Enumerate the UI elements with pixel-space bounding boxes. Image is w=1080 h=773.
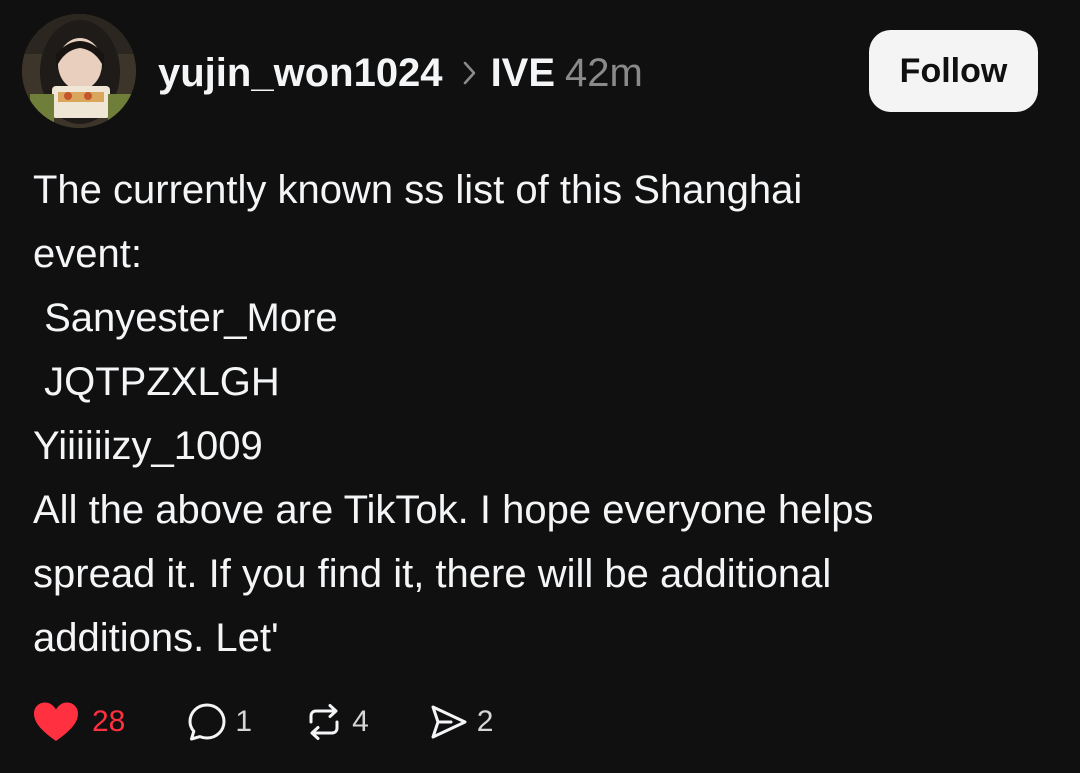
like-count: 28	[92, 705, 126, 738]
repost-count: 4	[352, 705, 369, 738]
post-timestamp: 42m	[565, 50, 643, 95]
send-icon	[429, 702, 469, 742]
repost-icon	[304, 702, 344, 742]
post-body-line: All the above are TikTok. I hope everyon…	[33, 488, 874, 532]
comment-count: 1	[235, 705, 253, 738]
follow-button[interactable]: Follow	[869, 30, 1038, 112]
author-username[interactable]: yujin_won1024	[158, 51, 443, 96]
repost-button[interactable]: 4	[304, 702, 369, 742]
post-actions: 28 1 4 2	[32, 696, 493, 748]
post-body-line: Sanyester_More	[33, 296, 338, 340]
post-body-line: spread it. If you find it, there will be…	[33, 552, 832, 596]
share-button[interactable]: 2	[429, 702, 494, 742]
post-body-line: event:	[33, 232, 142, 276]
comment-button[interactable]: 1	[187, 702, 252, 742]
avatar[interactable]	[22, 14, 136, 128]
post-body-line: Yiiiiiizy_1009	[33, 424, 263, 468]
post-body-line: additions. Let'	[33, 616, 279, 660]
post-body: The currently known ss list of this Shan…	[33, 158, 1043, 670]
post-header: yujin_won1024 IVE 42m	[158, 48, 643, 98]
heart-icon	[32, 701, 80, 743]
like-button[interactable]: 28	[32, 701, 125, 743]
avatar-image	[22, 14, 136, 128]
chevron-right-icon	[463, 61, 477, 85]
share-count: 2	[476, 705, 494, 738]
community-name[interactable]: IVE	[491, 51, 555, 96]
post-body-line: JQTPZXLGH	[33, 360, 280, 404]
comment-icon	[187, 702, 227, 742]
post-body-line: The currently known ss list of this Shan…	[33, 168, 803, 212]
